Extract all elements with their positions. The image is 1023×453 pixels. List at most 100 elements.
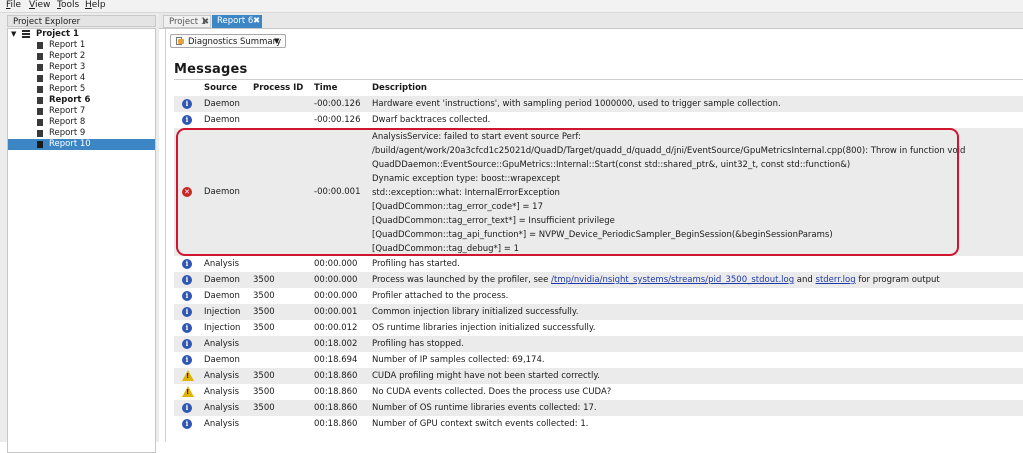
report-icon [37,130,43,137]
row-source: Analysis [204,387,240,397]
row-description: Profiling has stopped. [372,339,464,349]
row-description: No CUDA events collected. Does the proce… [372,387,612,397]
row-pid: 3500 [253,323,275,333]
tree-item-report-9[interactable]: Report 9 [8,128,155,139]
table-row[interactable]: i Analysis 3500 00:18.860 Number of OS r… [174,400,1023,416]
menu-file[interactable]: File [6,0,21,11]
tab-project-1[interactable]: Project 1 ✖ [163,15,211,28]
tree-item-report-3[interactable]: Report 3 [8,62,155,73]
row-source: Analysis [204,259,240,269]
project-icon [22,30,30,38]
tree-item-report-10[interactable]: Report 10 [8,139,155,150]
desc-text: and [794,275,816,285]
tree-item-project[interactable]: ▼ Project 1 [8,29,155,40]
row-description: Number of GPU context switch events coll… [372,419,589,429]
info-icon: i [182,339,192,349]
table-row[interactable]: i Daemon -00:00.126 Hardware event 'inst… [174,96,1023,112]
row-source: Analysis [204,339,240,349]
row-source: Daemon [204,291,240,301]
error-highlight-outline [176,128,959,256]
tree-item-report-6[interactable]: Report 6 [8,95,155,106]
column-header-description[interactable]: Description [372,83,427,93]
row-pid: 3500 [253,275,275,285]
close-icon[interactable]: ✖ [202,16,209,29]
report-label: Report 9 [49,128,86,138]
row-source: Daemon [204,115,240,125]
stderr-log-link[interactable]: stderr.log [816,275,856,285]
row-time: 00:18.860 [314,403,358,413]
report-icon [37,64,43,71]
menu-view[interactable]: View [29,0,50,11]
column-header-time[interactable]: Time [314,83,337,93]
stdout-log-link[interactable]: /tmp/nvidia/nsight_systems/streams/pid_3… [551,275,794,285]
report-icon [37,141,43,148]
report-label: Report 5 [49,84,86,94]
report-icon [37,75,43,82]
divider [174,79,1023,80]
column-header-process-id[interactable]: Process ID [253,83,303,93]
row-time: 00:18.860 [314,387,358,397]
desc-text: for program output [855,275,940,285]
info-icon: i [182,291,192,301]
table-row[interactable]: i Analysis 00:18.860 Number of GPU conte… [174,416,1023,432]
row-source: Daemon [204,99,240,109]
table-row[interactable]: i Analysis 00:00.000 Profiling has start… [174,256,1023,272]
report-icon [37,86,43,93]
view-selector-dropdown[interactable]: Diagnostics Summary ▼ [170,34,286,48]
row-time: -00:00.126 [314,115,361,125]
row-description: CUDA profiling might have not been start… [372,371,600,381]
table-row[interactable]: i Daemon 00:18.694 Number of IP samples … [174,352,1023,368]
tree-item-report-8[interactable]: Report 8 [8,117,155,128]
table-row[interactable]: i Analysis 00:18.002 Profiling has stopp… [174,336,1023,352]
row-description: Common injection library initialized suc… [372,307,579,317]
project-label: Project 1 [36,29,79,39]
report-label: Report 2 [49,51,86,61]
report-icon [37,108,43,115]
info-icon: i [182,419,192,429]
row-source: Analysis [204,371,240,381]
table-row[interactable]: i Daemon 3500 00:00.000 Profiler attache… [174,288,1023,304]
info-icon: i [182,275,192,285]
row-time: 00:00.000 [314,259,358,269]
row-time: 00:18.860 [314,419,358,429]
menu-tools[interactable]: Tools [57,0,79,11]
info-icon: i [182,323,192,333]
report-label: Report 8 [49,117,86,127]
row-source: Injection [204,307,241,317]
report-view: Diagnostics Summary ▼ Messages Source Pr… [165,29,1023,442]
table-row[interactable]: i Daemon 3500 00:00.000 Process was laun… [174,272,1023,288]
tree-item-report-4[interactable]: Report 4 [8,73,155,84]
table-row[interactable]: i Injection 3500 00:00.001 Common inject… [174,304,1023,320]
row-description: Hardware event 'instructions', with samp… [372,99,781,109]
row-source: Analysis [204,419,240,429]
tree-item-report-1[interactable]: Report 1 [8,40,155,51]
report-label: Report 10 [49,139,91,149]
column-header-source[interactable]: Source [204,83,237,93]
close-icon[interactable]: ✖ [253,15,260,28]
view-selector-value: Diagnostics Summary [188,37,282,47]
menu-help[interactable]: Help [85,0,106,11]
report-label: Report 1 [49,40,86,50]
table-row[interactable]: ! Analysis 3500 00:18.860 CUDA profiling… [174,368,1023,384]
report-label: Report 6 [49,95,91,105]
row-source: Injection [204,323,241,333]
tree-item-report-7[interactable]: Report 7 [8,106,155,117]
info-icon: i [182,259,192,269]
tab-report-6[interactable]: Report 6 ✖ [212,15,262,28]
report-icon [37,119,43,126]
row-description: Number of OS runtime libraries events co… [372,403,597,413]
row-description: Process was launched by the profiler, se… [372,275,940,285]
row-time: 00:00.001 [314,307,358,317]
report-icon [37,97,43,104]
row-description: Profiling has started. [372,259,460,269]
table-row[interactable]: i Injection 3500 00:00.012 OS runtime li… [174,320,1023,336]
row-time: 00:18.860 [314,371,358,381]
project-explorer-title: Project Explorer [7,15,156,27]
expand-arrow-icon[interactable]: ▼ [11,29,16,40]
tab-label: Report 6 [217,16,254,26]
info-icon: i [182,355,192,365]
tree-item-report-5[interactable]: Report 5 [8,84,155,95]
table-row[interactable]: i Daemon -00:00.126 Dwarf backtraces col… [174,112,1023,128]
table-row[interactable]: ! Analysis 3500 00:18.860 No CUDA events… [174,384,1023,400]
tree-item-report-2[interactable]: Report 2 [8,51,155,62]
